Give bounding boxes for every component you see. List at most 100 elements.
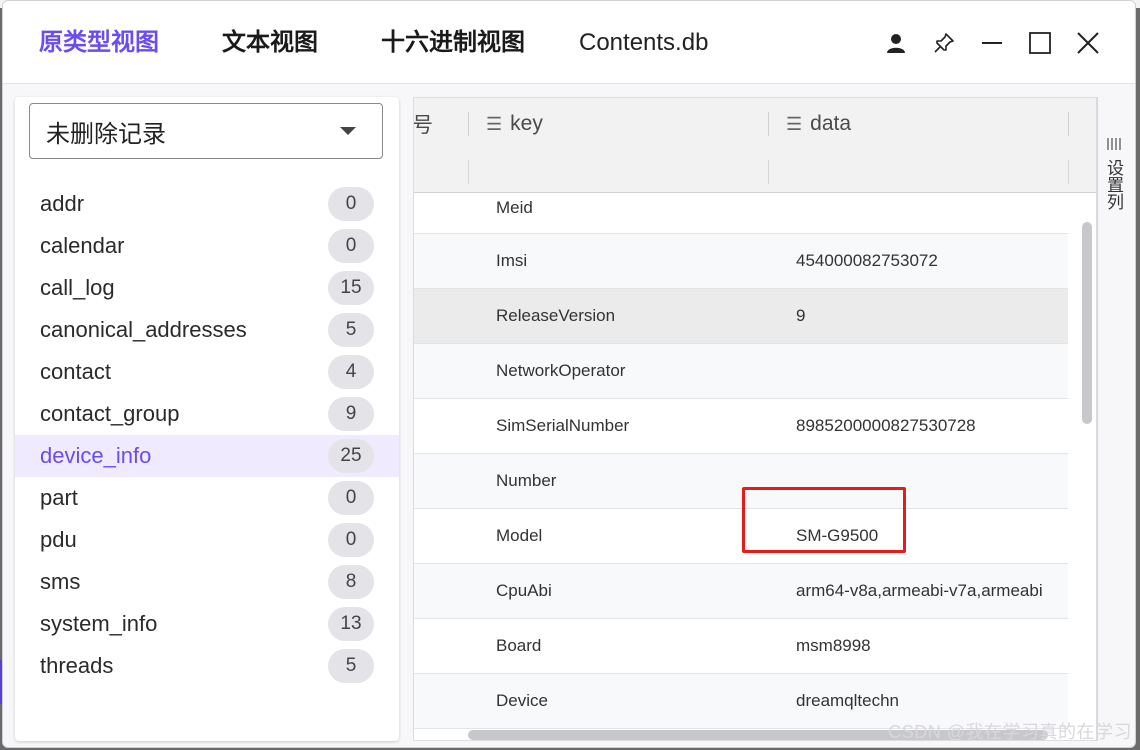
count-badge: 5 (328, 313, 374, 347)
cell-data: 454000082753072 (796, 251, 938, 270)
table-row[interactable]: Board msm8998 (414, 619, 1068, 674)
column-divider[interactable] (1068, 112, 1069, 136)
vertical-scrollbar-thumb[interactable] (1082, 222, 1092, 424)
table-item-label: contact_group (40, 401, 180, 426)
table-item-part[interactable]: part 0 (15, 477, 399, 519)
column-header-key[interactable]: ☰ key (486, 98, 543, 150)
list-icon: ☰ (786, 113, 803, 134)
close-icon[interactable] (1068, 23, 1108, 63)
column-header-label: key (510, 112, 543, 135)
cell-key: ReleaseVersion (496, 306, 616, 325)
cell-key: CpuAbi (496, 581, 552, 600)
table-item-threads[interactable]: threads 5 (15, 645, 399, 687)
file-name-label: Contents.db (579, 29, 709, 56)
cell-key: Meid (496, 198, 533, 217)
table-item-label: canonical_addresses (40, 317, 247, 342)
table-item-label: sms (40, 569, 81, 594)
tab-text-view[interactable]: 文本视图 (222, 23, 318, 63)
column-settings-label: 设置列 (1104, 159, 1123, 210)
watermark: CSDN @我在学习真的在学习 (888, 722, 1132, 742)
table-item-label: addr (40, 191, 85, 216)
cell-data: 9 (796, 306, 806, 325)
count-badge: 8 (328, 565, 374, 599)
table-item-label: call_log (40, 275, 115, 300)
column-divider[interactable] (768, 112, 769, 136)
table-row[interactable]: CpuAbi arm64-v8a,armeabi-v7a,armeabi (414, 564, 1068, 619)
cell-key: SimSerialNumber (496, 416, 630, 435)
table-row[interactable]: Imsi 454000082753072 (414, 234, 1068, 289)
column-filter-row[interactable] (414, 150, 1096, 193)
cell-key: Board (496, 636, 542, 655)
cell-data: arm64-v8a,armeabi-v7a,armeabi (796, 581, 1043, 600)
column-header-label: 号 (413, 114, 433, 137)
user-icon[interactable] (876, 23, 916, 63)
count-badge: 9 (328, 397, 374, 431)
cell-data: 8985200000827530728 (796, 416, 976, 435)
pin-icon[interactable] (924, 23, 964, 63)
table-list: addr 0 calendar 0 call_log 15 canonical_… (15, 183, 399, 687)
count-badge: 0 (328, 481, 374, 515)
cell-data: msm8998 (796, 636, 871, 655)
cell-key: Number (496, 471, 557, 490)
title-bar: 原类型视图 文本视图 十六进制视图 Contents.db (3, 1, 1135, 84)
tab-raw-type-view[interactable]: 原类型视图 (39, 23, 159, 63)
filter-divider (1068, 160, 1069, 184)
chevron-down-icon (340, 127, 356, 135)
table-item-label: calendar (40, 233, 125, 258)
column-header-index[interactable]: 号 (413, 98, 433, 150)
table-item-canonical-addresses[interactable]: canonical_addresses 5 (15, 309, 399, 351)
count-badge: 4 (328, 355, 374, 389)
table-item-contact[interactable]: contact 4 (15, 351, 399, 393)
count-badge: 0 (328, 229, 374, 263)
count-badge: 15 (328, 271, 374, 305)
count-badge: 5 (328, 649, 374, 683)
grid-header: 号 ☰ key ☰ data (413, 98, 1096, 151)
cell-key: Model (496, 526, 543, 545)
columns-icon (1107, 138, 1121, 150)
table-item-device-info[interactable]: device_info 25 (15, 435, 399, 477)
list-icon: ☰ (486, 113, 503, 134)
maximize-icon[interactable] (1020, 23, 1060, 63)
tab-hex-view[interactable]: 十六进制视图 (381, 23, 525, 63)
count-badge: 25 (328, 439, 374, 473)
table-item-contact-group[interactable]: contact_group 9 (15, 393, 399, 435)
table-item-label: part (40, 485, 78, 510)
column-header-label: data (810, 112, 852, 135)
table-row[interactable]: Model SM-G9500 (414, 509, 1068, 564)
cell-key: Device (496, 691, 548, 710)
column-divider[interactable] (468, 112, 469, 136)
db-viewer-window: 原类型视图 文本视图 十六进制视图 Contents.db 未删除记录 addr (2, 0, 1136, 748)
cell-key: NetworkOperator (496, 361, 626, 380)
cell-data: SM-G9500 (796, 526, 879, 545)
data-grid: 号 ☰ key ☰ data Meid Imsi 454000082753072… (413, 97, 1097, 741)
table-row[interactable]: ReleaseVersion 9 (414, 289, 1068, 344)
table-row[interactable]: NetworkOperator (414, 344, 1068, 399)
filter-divider (468, 160, 469, 184)
record-filter-dropdown[interactable]: 未删除记录 (29, 103, 383, 159)
table-item-label: pdu (40, 527, 77, 552)
table-item-label: device_info (40, 443, 152, 468)
count-badge: 13 (328, 607, 374, 641)
table-row[interactable]: Meid (414, 193, 1068, 234)
minimize-icon[interactable] (972, 23, 1012, 63)
table-row[interactable]: SimSerialNumber 8985200000827530728 (414, 399, 1068, 454)
table-item-sms[interactable]: sms 8 (15, 561, 399, 603)
table-item-label: system_info (40, 611, 158, 636)
table-item-calendar[interactable]: calendar 0 (15, 225, 399, 267)
table-item-call-log[interactable]: call_log 15 (15, 267, 399, 309)
column-settings-tab[interactable]: 设置列 (1097, 97, 1130, 741)
cell-key: Imsi (496, 251, 528, 270)
table-row[interactable]: Number (414, 454, 1068, 509)
count-badge: 0 (328, 523, 374, 557)
count-badge: 0 (328, 187, 374, 221)
table-item-label: threads (40, 653, 114, 678)
column-header-data[interactable]: ☰ data (786, 98, 851, 150)
table-item-system-info[interactable]: system_info 13 (15, 603, 399, 645)
cell-data: dreamqltechn (796, 691, 900, 710)
filter-divider (768, 160, 769, 184)
table-item-addr[interactable]: addr 0 (15, 183, 399, 225)
table-item-label: contact (40, 359, 111, 384)
table-item-pdu[interactable]: pdu 0 (15, 519, 399, 561)
table-list-panel: 未删除记录 addr 0 calendar 0 call_log 15 cano… (15, 97, 399, 741)
grid-rows: Meid Imsi 454000082753072 ReleaseVersion… (414, 193, 1068, 729)
